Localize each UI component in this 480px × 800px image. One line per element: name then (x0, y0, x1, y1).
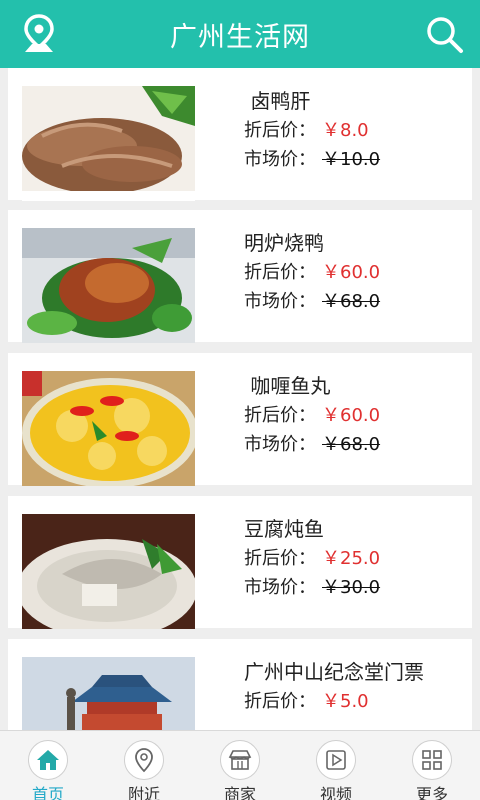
grid-icon (422, 750, 442, 770)
list-item[interactable]: 明炉烧鸭 折后价： ￥60.0 市场价： ￥68.0 (8, 210, 472, 343)
discount-price: ￥60.0 (322, 262, 381, 283)
app-header: 广州生活网 (0, 0, 480, 68)
discount-price: ￥5.0 (322, 691, 369, 712)
product-name: 咖喱鱼丸 (250, 374, 331, 398)
market-price: ￥10.0 (322, 149, 381, 170)
discount-price-row: 折后价： ￥60.0 (244, 262, 381, 283)
product-image-sun-yat-sen-hall (22, 657, 195, 730)
product-list[interactable]: 卤鸭肝 折后价： ￥8.0 市场价： ￥10.0 明炉烧鸭 折后价： ￥60.0 市场… (0, 68, 480, 730)
product-image-roast-duck (22, 228, 195, 343)
video-icon (326, 750, 346, 770)
market-price: ￥30.0 (322, 577, 381, 598)
bottom-tab-bar: 首页 附近 商家 视频 更多 (0, 730, 480, 800)
discount-price: ￥60.0 (322, 405, 381, 426)
product-name: 豆腐炖鱼 (244, 517, 324, 541)
market-price-row: 市场价： ￥68.0 (244, 291, 381, 312)
discount-price-row: 折后价： ￥25.0 (244, 548, 381, 569)
store-icon (228, 750, 252, 770)
list-item[interactable]: 广州中山纪念堂门票 折后价： ￥5.0 (8, 639, 472, 730)
product-image-tofu-fish (22, 514, 195, 629)
discount-price-row: 折后价： ￥60.0 (244, 405, 381, 426)
discount-price: ￥8.0 (322, 120, 369, 141)
market-price: ￥68.0 (322, 434, 381, 455)
list-item[interactable]: 卤鸭肝 折后价： ￥8.0 市场价： ￥10.0 (8, 68, 472, 201)
discount-price-row: 折后价： ￥5.0 (244, 691, 369, 712)
home-icon (37, 750, 59, 770)
search-icon[interactable] (424, 14, 464, 54)
market-price-row: 市场价： ￥10.0 (244, 149, 381, 170)
product-image-duck-liver (22, 86, 195, 201)
market-price: ￥68.0 (322, 291, 381, 312)
product-image-curry-fishball (22, 371, 195, 486)
tab-video[interactable]: 视频 (288, 731, 384, 800)
product-name: 广州中山纪念堂门票 (244, 660, 424, 684)
discount-price-row: 折后价： ￥8.0 (244, 120, 369, 141)
location-pin-icon[interactable] (22, 14, 56, 54)
map-pin-icon (135, 748, 153, 773)
tab-home[interactable]: 首页 (0, 731, 96, 800)
discount-price: ￥25.0 (322, 548, 381, 569)
list-item[interactable]: 豆腐炖鱼 折后价： ￥25.0 市场价： ￥30.0 (8, 496, 472, 629)
product-name: 卤鸭肝 (250, 89, 311, 113)
tab-more[interactable]: 更多 (384, 731, 480, 800)
page-title: 广州生活网 (170, 21, 310, 53)
tab-merchants[interactable]: 商家 (192, 731, 288, 800)
list-item[interactable]: 咖喱鱼丸 折后价： ￥60.0 市场价： ￥68.0 (8, 353, 472, 486)
market-price-row: 市场价： ￥30.0 (244, 577, 381, 598)
market-price-row: 市场价： ￥68.0 (244, 434, 381, 455)
tab-nearby[interactable]: 附近 (96, 731, 192, 800)
product-name: 明炉烧鸭 (244, 231, 324, 255)
